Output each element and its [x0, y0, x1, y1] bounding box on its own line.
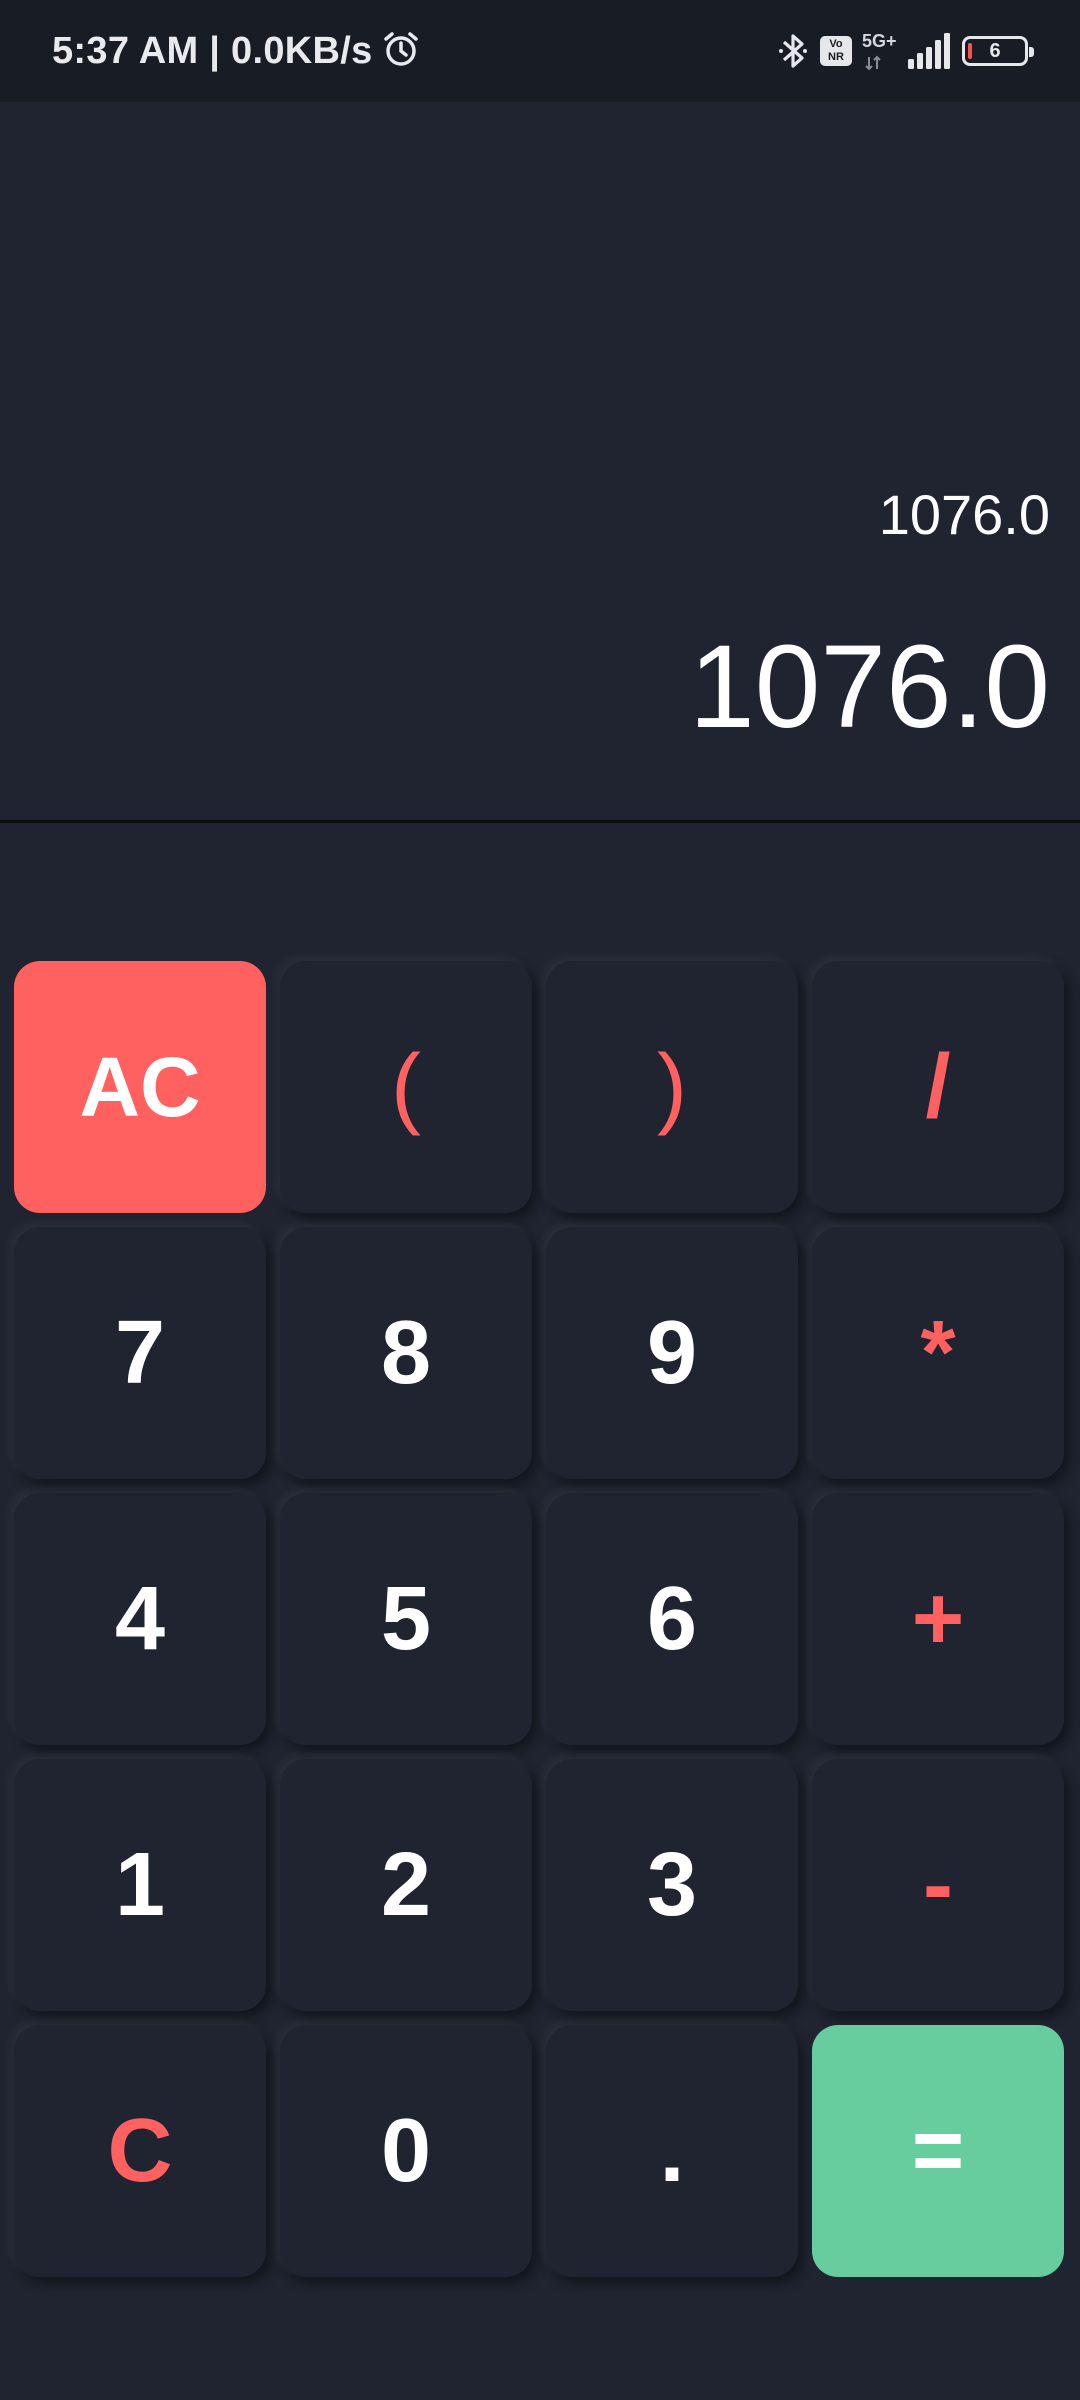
- all-clear-button[interactable]: AC: [14, 961, 266, 1213]
- open-paren-button[interactable]: (: [280, 961, 532, 1213]
- digit-2-button[interactable]: 2: [280, 1759, 532, 2011]
- battery-level: 6: [989, 39, 1001, 62]
- network-type-label: 5G+: [862, 29, 898, 73]
- digit-9-button[interactable]: 9: [546, 1227, 798, 1479]
- calculator-display: 1076.0 1076.0: [0, 102, 1080, 822]
- signal-strength-icon: [908, 33, 952, 69]
- bluetooth-icon: [776, 31, 810, 71]
- expression-text: 1076.0: [878, 483, 1050, 546]
- multiply-button[interactable]: *: [812, 1227, 1064, 1479]
- digit-8-button[interactable]: 8: [280, 1227, 532, 1479]
- digit-1-button[interactable]: 1: [14, 1759, 266, 2011]
- divide-button[interactable]: /: [812, 961, 1064, 1213]
- close-paren-button[interactable]: ): [546, 961, 798, 1213]
- digit-5-button[interactable]: 5: [280, 1493, 532, 1745]
- status-bar: 5:37 AM | 0.0KB/s Vo NR 5G+ 6: [0, 0, 1080, 102]
- alarm-icon: [381, 29, 421, 74]
- minus-button[interactable]: -: [812, 1759, 1064, 2011]
- digit-0-button[interactable]: 0: [280, 2025, 532, 2277]
- digit-4-button[interactable]: 4: [14, 1493, 266, 1745]
- equals-button[interactable]: =: [812, 2025, 1064, 2277]
- result-text: 1076.0: [689, 621, 1050, 753]
- clear-entry-button[interactable]: C: [14, 2025, 266, 2277]
- vonr-icon: Vo NR: [820, 36, 852, 66]
- battery-low-fill: [968, 43, 972, 59]
- display-divider: [0, 820, 1080, 823]
- digit-6-button[interactable]: 6: [546, 1493, 798, 1745]
- status-time: 5:37 AM | 0.0KB/s: [52, 29, 373, 72]
- digit-3-button[interactable]: 3: [546, 1759, 798, 2011]
- keypad: AC ( ) / 7 8 9 * 4 5 6 + 1 2 3 - C 0 . =: [14, 961, 1066, 2277]
- decimal-point-button[interactable]: .: [546, 2025, 798, 2277]
- status-left: 5:37 AM | 0.0KB/s: [52, 29, 421, 74]
- battery-icon: 6: [962, 36, 1034, 66]
- plus-button[interactable]: +: [812, 1493, 1064, 1745]
- digit-7-button[interactable]: 7: [14, 1227, 266, 1479]
- status-right: Vo NR 5G+ 6: [776, 29, 1034, 73]
